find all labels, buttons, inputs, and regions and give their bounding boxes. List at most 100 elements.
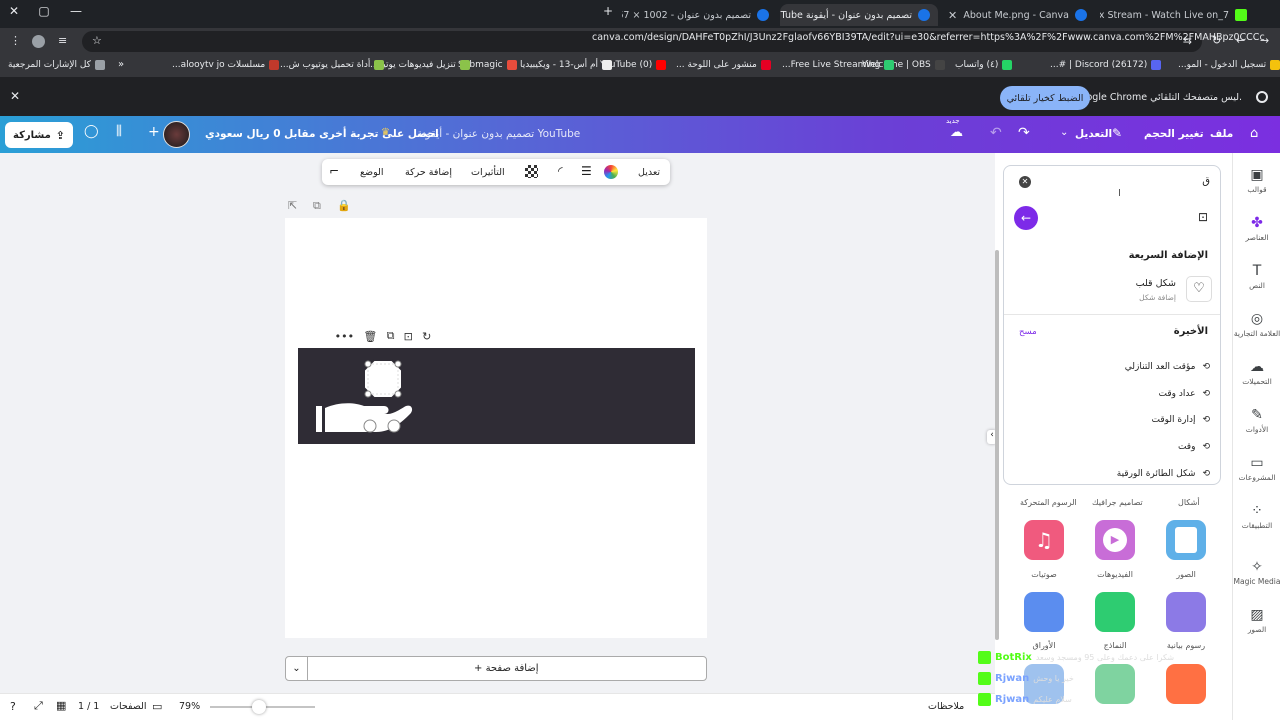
bookmark-item[interactable]: كل الإشارات المرجعية bbox=[8, 60, 105, 70]
audio-category-card[interactable]: ♫ bbox=[1024, 520, 1064, 560]
quick-item-title[interactable]: شكل قلب bbox=[1136, 278, 1176, 289]
rail-item-uploads[interactable]: ☁ التحميلات bbox=[1233, 359, 1280, 386]
duplicate-icon[interactable]: ⧉ bbox=[387, 329, 395, 343]
grid-header[interactable]: الرسوم المتحركة bbox=[1020, 498, 1077, 507]
chevron-down-icon[interactable]: ⌄ bbox=[1060, 127, 1068, 138]
notes-button[interactable]: ملاحظات bbox=[928, 701, 964, 712]
page-count[interactable]: 1 / 1 bbox=[78, 701, 99, 712]
delete-icon[interactable]: 🗑 bbox=[363, 330, 377, 343]
home-icon[interactable]: ⌂ bbox=[1250, 126, 1258, 141]
tab-nyx-stream[interactable]: 7_Nyx Stream - Watch Live on ✕ bbox=[1100, 4, 1255, 26]
photos-category-card[interactable] bbox=[1166, 520, 1206, 560]
pages-icon[interactable]: ▭ bbox=[152, 700, 162, 713]
share-page-icon[interactable]: ⇱ bbox=[288, 199, 297, 212]
charts-category-card[interactable] bbox=[1166, 592, 1206, 632]
tab-youtube-icon-design[interactable]: تصميم بدون عنوان - أيقونة YouTube ✕ bbox=[780, 4, 938, 26]
rail-item-photos[interactable]: ▨ الصور bbox=[1233, 607, 1280, 634]
back-arrow-icon[interactable]: ← bbox=[1014, 206, 1038, 230]
animate-button[interactable]: إضافة حركة bbox=[405, 167, 452, 178]
search-input[interactable]: ق bbox=[1202, 176, 1210, 187]
maximize-window-icon[interactable]: ▢ bbox=[34, 4, 54, 18]
recent-item[interactable]: ⟲ مؤقت العد التنازلي bbox=[1020, 354, 1210, 381]
duplicate-page-icon[interactable]: ⧉ bbox=[313, 199, 321, 213]
reload-icon[interactable]: ↻ bbox=[1212, 34, 1221, 47]
close-infobar-icon[interactable]: ✕ bbox=[10, 89, 20, 103]
fullscreen-icon[interactable]: ⤢ bbox=[34, 699, 43, 713]
grid-view-icon[interactable]: ▦ bbox=[56, 699, 66, 712]
heart-shape-icon[interactable]: ♡ bbox=[1186, 276, 1212, 302]
profile-avatar[interactable] bbox=[32, 35, 45, 48]
pages-label[interactable]: الصفحات bbox=[110, 701, 147, 712]
close-window-icon[interactable]: ✕ bbox=[4, 4, 24, 18]
edit-button[interactable]: تعديل bbox=[638, 167, 660, 178]
transparency-icon[interactable] bbox=[525, 165, 538, 178]
cloud-save-icon[interactable]: ☁ bbox=[950, 125, 963, 140]
more-bookmarks-icon[interactable]: » bbox=[118, 59, 124, 70]
effects-button[interactable]: التأثيرات bbox=[471, 167, 505, 178]
bookmark-item[interactable]: (٤) واتساب bbox=[955, 60, 1013, 70]
rail-item-brand[interactable]: ◎ العلامة التجارية bbox=[1233, 311, 1280, 338]
sheets-category-card[interactable] bbox=[1024, 592, 1064, 632]
recent-item[interactable]: ⟲ عداد وقت bbox=[1020, 381, 1211, 408]
back-icon[interactable]: ← bbox=[1236, 34, 1245, 47]
chevron-down-icon[interactable]: ⌄ bbox=[286, 657, 308, 680]
panel-scrollbar[interactable] bbox=[995, 250, 999, 640]
clear-search-icon[interactable]: ✕ bbox=[1019, 176, 1031, 188]
redo-icon[interactable]: ↷ bbox=[1018, 125, 1030, 141]
close-tab-icon[interactable]: ✕ bbox=[948, 9, 957, 22]
dark-rectangle-element[interactable] bbox=[298, 348, 695, 444]
recent-item[interactable]: ⟲ وقت bbox=[1020, 434, 1210, 461]
zoom-level[interactable]: 79% bbox=[179, 701, 200, 712]
rail-item-elements[interactable]: ✤ العناصر bbox=[1233, 215, 1280, 242]
extensions-icon[interactable]: ≡ bbox=[58, 34, 67, 47]
help-icon[interactable]: ? bbox=[10, 700, 16, 713]
videos-category-card[interactable]: ▶ bbox=[1095, 520, 1135, 560]
rail-item-text[interactable]: T النص bbox=[1233, 263, 1280, 290]
rotate-icon[interactable]: ↻ bbox=[422, 330, 431, 343]
new-tab-button[interactable]: + bbox=[598, 4, 618, 18]
trial-promo-link[interactable]: احصل على تجربة أخرى مقابل 0 ريال سعودي bbox=[205, 128, 439, 140]
document-title[interactable]: تصميم بدون عنوان - أيقونة YouTube bbox=[417, 128, 580, 140]
line-weight-icon[interactable]: ☰ bbox=[581, 164, 592, 178]
recent-item[interactable]: ⟲ شكل الطائرة الورقية bbox=[1020, 460, 1210, 487]
bookmark-item[interactable]: أم أس-13 - ويكيبيديا bbox=[520, 60, 613, 70]
bookmark-item[interactable]: Free Live Streaming... bbox=[782, 60, 895, 70]
tab-untitled-design[interactable]: تصميم بدون عنوان - 1002 × 67 ✕ bbox=[622, 4, 777, 26]
bookmark-item[interactable]: (26172) Discord | #... bbox=[1050, 60, 1162, 70]
add-page-button[interactable]: ⌄ + إضافة صفحة bbox=[285, 656, 707, 681]
minimize-window-icon[interactable]: — bbox=[66, 4, 86, 18]
user-avatar[interactable] bbox=[163, 121, 190, 148]
file-menu[interactable]: ملف bbox=[1210, 128, 1233, 140]
rail-item-tools[interactable]: ✎ الأدوات bbox=[1233, 407, 1280, 434]
forms-category-card[interactable] bbox=[1095, 592, 1135, 632]
tab-about-me[interactable]: About Me.png - Canva ✕ bbox=[940, 4, 1095, 26]
lock-icon[interactable]: ⊡ bbox=[404, 330, 413, 343]
editing-mode-button[interactable]: التعديل bbox=[1075, 128, 1112, 140]
analytics-icon[interactable]: ⫼ bbox=[116, 124, 122, 139]
rail-item-magic-media[interactable]: ✧ Magic Media bbox=[1233, 559, 1280, 586]
rail-item-apps[interactable]: ⁘ التطبيقات bbox=[1233, 503, 1280, 530]
lock-page-icon[interactable]: 🔒 bbox=[337, 199, 351, 212]
bookmark-star-icon[interactable]: ☆ bbox=[92, 34, 102, 47]
bookmark-item[interactable]: منشور على اللوحة ... bbox=[676, 60, 771, 70]
share-button[interactable]: مشاركة ⇪ bbox=[5, 122, 73, 148]
clear-recent-link[interactable]: مسح bbox=[1019, 327, 1037, 337]
copy-style-icon[interactable]: ⌐ bbox=[329, 164, 339, 178]
more-options-icon[interactable]: ••• bbox=[335, 330, 354, 343]
forward-icon[interactable]: → bbox=[1260, 34, 1269, 47]
rail-item-templates[interactable]: ▣ قوالب bbox=[1233, 167, 1280, 194]
bookmark-item[interactable]: تسجيل الدخول - المو... bbox=[1178, 60, 1280, 70]
comment-icon[interactable]: ◯ bbox=[84, 124, 99, 139]
rail-item-projects[interactable]: ▭ المشروعات bbox=[1233, 455, 1280, 482]
recent-item[interactable]: ⟲ إدارة الوقت bbox=[1020, 407, 1210, 434]
bookmark-item[interactable]: تنزيل فيديوهات يوتيو... bbox=[370, 60, 470, 70]
grid-header[interactable]: أشكال bbox=[1178, 498, 1200, 507]
add-collaborator-icon[interactable]: + bbox=[148, 124, 160, 140]
color-picker-icon[interactable] bbox=[604, 165, 618, 179]
image-search-icon[interactable]: ⊡ bbox=[1198, 210, 1208, 224]
zoom-slider-thumb[interactable] bbox=[252, 700, 266, 714]
bookmark-item[interactable]: أداة تحميل يوتيوب ش... bbox=[280, 60, 385, 70]
resize-button[interactable]: تغيير الحجم bbox=[1144, 128, 1204, 140]
bookmark-item[interactable]: مسلسلات alooytv jo... bbox=[172, 60, 280, 70]
grid-header[interactable]: تصاميم جرافيك bbox=[1092, 498, 1143, 507]
